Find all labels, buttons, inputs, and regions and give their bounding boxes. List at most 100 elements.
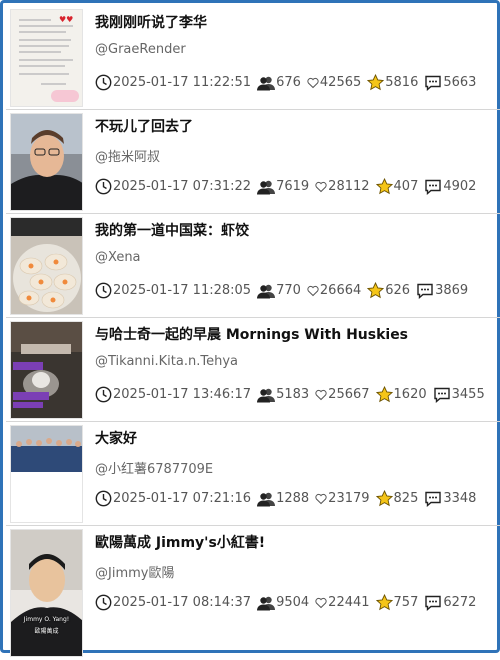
post-time-value: 2025-01-17 11:28:05	[113, 283, 252, 298]
clock-icon	[95, 178, 112, 195]
post-likes-value: 23179	[328, 491, 370, 506]
post-author[interactable]: @GraeRender	[95, 42, 186, 57]
post-comments-value: 4902	[443, 179, 477, 194]
comment-icon	[425, 595, 442, 611]
post-followers-value: 770	[276, 283, 301, 298]
clock-icon	[95, 74, 112, 91]
post-author[interactable]: @Xena	[95, 250, 141, 265]
comment-icon	[425, 75, 442, 91]
post-title[interactable]: 与哈士奇一起的早晨 Mornings With Huskies	[95, 324, 408, 344]
post-comments-value: 3348	[443, 491, 477, 506]
post-author[interactable]: @Tikanni.Kita.n.Tehya	[95, 354, 238, 369]
post-title[interactable]: 大家好	[95, 428, 137, 448]
star-icon	[375, 178, 393, 195]
people-icon	[257, 180, 276, 194]
post-stars[interactable]: 757	[375, 594, 418, 611]
post-title[interactable]: 我刚刚听说了李华	[95, 12, 207, 32]
post-time: 2025-01-17 13:46:17	[95, 386, 251, 403]
post-likes-value: 42565	[319, 75, 362, 90]
post-thumbnail[interactable]: ♥♥	[10, 9, 83, 107]
clock-icon	[95, 490, 112, 507]
comment-icon	[425, 179, 442, 195]
heart-icon	[315, 389, 327, 400]
post-likes[interactable]: 25667	[315, 387, 370, 402]
post-author[interactable]: @小红薯6787709E	[95, 458, 213, 477]
post-comments-value: 3455	[451, 387, 485, 402]
post-card[interactable]: Jimmy O. Yang! 歐陽萬成 歐陽萬成 Jimmy's小紅書! @Ji…	[6, 526, 500, 660]
post-stats: 2025-01-17 07:21:16 1288 23179 825 3348	[95, 490, 482, 507]
post-stats: 2025-01-17 13:46:17 5183 25667 1620 3455	[95, 386, 491, 403]
post-card[interactable]: 大家好 @小红薯6787709E 2025-01-17 07:21:16 128…	[6, 422, 500, 526]
post-title[interactable]: 不玩儿了回去了	[95, 116, 193, 136]
post-followers-value: 676	[276, 75, 301, 90]
post-time-value: 2025-01-17 08:14:37	[113, 595, 252, 610]
post-comments[interactable]: 3455	[433, 387, 485, 403]
post-thumbnail[interactable]	[10, 321, 83, 419]
post-card[interactable]: ♥♥ 我刚刚听说了李华 @GraeRender 2025-01-17 11:22…	[6, 6, 500, 110]
post-comments[interactable]: 5663	[424, 75, 476, 91]
post-card[interactable]: 不玩儿了回去了 @拖米阿叔 2025-01-17 07:31:22 7619 2…	[6, 110, 500, 214]
post-author[interactable]: @拖米阿叔	[95, 146, 160, 165]
post-comments[interactable]: 4902	[424, 179, 476, 195]
post-likes[interactable]: 42565	[307, 75, 361, 90]
post-card[interactable]: 我的第一道中国菜：虾饺 @Xena 2025-01-17 11:28:05 77…	[6, 214, 500, 318]
app-frame: ♥♥ 我刚刚听说了李华 @GraeRender 2025-01-17 11:22…	[0, 0, 500, 657]
post-time-value: 2025-01-17 07:31:22	[113, 179, 252, 194]
comment-icon	[425, 491, 442, 507]
post-followers-value: 7619	[276, 179, 310, 194]
post-time-value: 2025-01-17 11:22:51	[113, 75, 252, 90]
people-icon	[257, 596, 276, 610]
post-likes[interactable]: 28112	[315, 179, 370, 194]
heart-icon	[315, 181, 327, 192]
post-time: 2025-01-17 08:14:37	[95, 594, 251, 611]
post-stars[interactable]: 626	[367, 282, 410, 299]
post-likes-value: 25667	[328, 387, 370, 402]
post-stars-value: 626	[385, 283, 411, 298]
post-likes[interactable]: 23179	[315, 491, 370, 506]
star-icon	[375, 386, 393, 403]
post-stats: 2025-01-17 08:14:37 9504 22441 757 6272	[95, 594, 482, 611]
clock-icon	[95, 386, 112, 403]
post-title[interactable]: 歐陽萬成 Jimmy's小紅書!	[95, 532, 265, 552]
post-title[interactable]: 我的第一道中国菜：虾饺	[95, 220, 249, 240]
post-thumbnail[interactable]: Jimmy O. Yang! 歐陽萬成	[10, 529, 83, 657]
people-icon	[257, 76, 276, 90]
post-likes-value: 22441	[328, 595, 370, 610]
post-stars[interactable]: 825	[375, 490, 419, 507]
star-icon	[367, 74, 385, 91]
post-likes[interactable]: 22441	[315, 595, 370, 610]
post-thumbnail[interactable]	[10, 113, 83, 211]
post-stars-value: 825	[393, 491, 419, 506]
post-followers: 7619	[257, 179, 309, 195]
people-icon	[257, 492, 276, 506]
post-stars-value: 1620	[393, 387, 427, 402]
post-comments[interactable]: 6272	[424, 595, 476, 611]
post-likes-value: 26664	[319, 283, 362, 298]
comment-icon	[417, 283, 433, 299]
post-author[interactable]: @Jimmy歐陽	[95, 562, 174, 581]
post-comments-value: 5663	[443, 75, 477, 90]
post-likes[interactable]: 26664	[307, 283, 361, 298]
post-thumbnail[interactable]	[10, 425, 83, 523]
post-time: 2025-01-17 07:21:16	[95, 490, 251, 507]
post-followers: 676	[257, 75, 301, 91]
post-stars[interactable]: 5816	[367, 74, 418, 91]
heart-icon	[307, 77, 319, 88]
post-time-value: 2025-01-17 13:46:17	[113, 387, 252, 402]
post-followers: 770	[257, 283, 301, 299]
post-comments-value: 6272	[443, 595, 477, 610]
post-followers: 5183	[257, 387, 309, 403]
post-comments[interactable]: 3869	[416, 283, 468, 299]
post-stars[interactable]: 1620	[375, 386, 427, 403]
post-likes-value: 28112	[328, 179, 370, 194]
people-icon	[257, 388, 276, 402]
post-time: 2025-01-17 11:22:51	[95, 74, 251, 91]
post-time-value: 2025-01-17 07:21:16	[113, 491, 252, 506]
post-stars[interactable]: 407	[375, 178, 418, 195]
post-comments-value: 3869	[435, 283, 469, 298]
post-thumbnail[interactable]	[10, 217, 83, 315]
post-comments[interactable]: 3348	[424, 491, 476, 507]
heart-icon	[315, 493, 327, 504]
post-card[interactable]: 与哈士奇一起的早晨 Mornings With Huskies @Tikanni…	[6, 318, 500, 422]
post-followers: 1288	[257, 491, 309, 507]
